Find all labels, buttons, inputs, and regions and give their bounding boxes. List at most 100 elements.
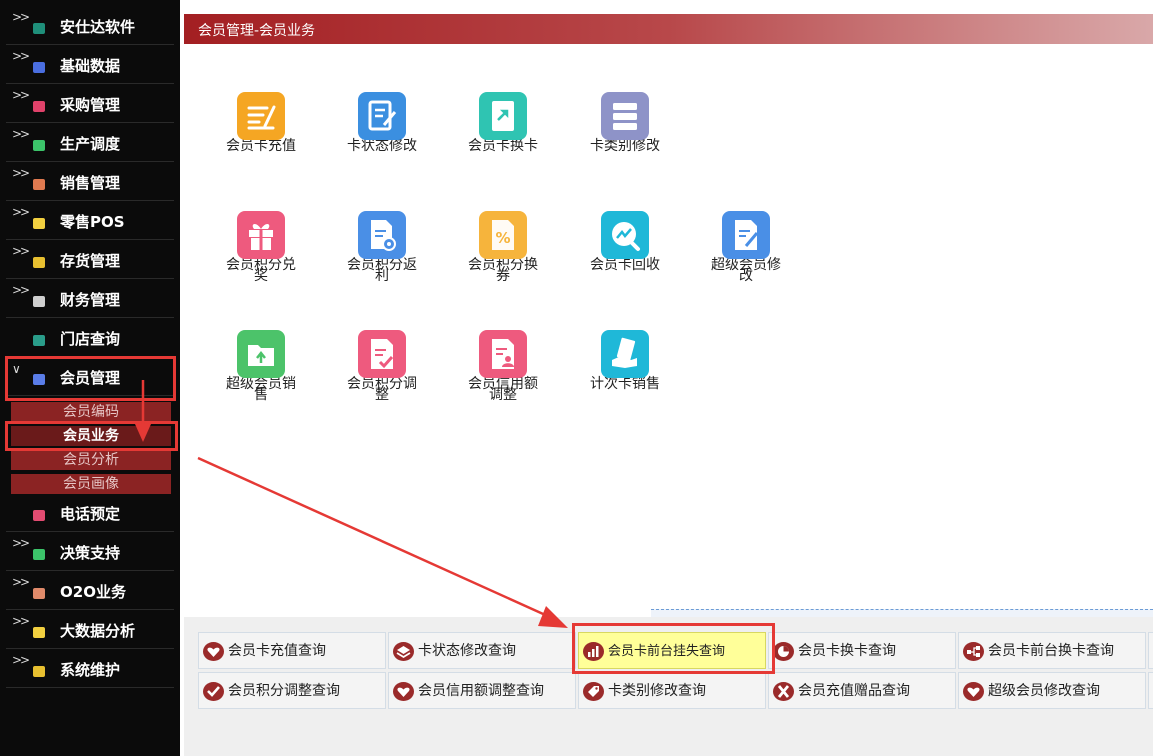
sidebar-subitem-member-business[interactable]: 会员业务	[11, 426, 171, 446]
tile-label: 会员卡充值	[226, 138, 296, 154]
tile-label: 卡类别修改	[590, 138, 660, 154]
sidebar-item-purchase[interactable]: >> 采购管理	[6, 87, 174, 123]
chevron-double-right-icon: >>	[12, 575, 30, 589]
card-swap-icon	[479, 92, 527, 140]
sidebar-subitem-member-analysis[interactable]: 会员分析	[11, 450, 171, 470]
trend-search-icon	[601, 211, 649, 259]
sidebar-item-label: 会员管理	[60, 369, 121, 387]
query-partial-cut[interactable]	[1148, 632, 1153, 669]
sidebar-item-o2o[interactable]: >> O2O业务	[6, 574, 174, 610]
query-recharge-gift[interactable]: 会员充值赠品查询	[768, 672, 956, 709]
edit-document-icon	[722, 211, 770, 259]
sidebar-item-member-management[interactable]: ∨ 会员管理	[6, 360, 174, 396]
edit-document-icon	[358, 92, 406, 140]
query-front-loss-report[interactable]: 会员卡前台挂失查询	[578, 632, 766, 669]
tile-card-type-edit[interactable]: 卡类别修改	[575, 92, 675, 154]
sidebar-item-label: 基础数据	[60, 57, 121, 75]
tile-credit-adjust[interactable]: 会员信用额调整	[453, 330, 553, 403]
tile-label: 会员积分兑奖	[226, 257, 296, 284]
chevron-double-right-icon: >>	[12, 536, 30, 550]
panel-splitter[interactable]	[651, 609, 1153, 617]
tile-card-status-edit[interactable]: 卡状态修改	[332, 92, 432, 153]
tile-super-member-edit[interactable]: 超级会员修改	[696, 211, 796, 284]
tile-points-prize[interactable]: 会员积分兑奖	[211, 211, 311, 284]
query-credit-adjust[interactable]: 会员信用额调整查询	[388, 672, 576, 709]
green-cube-icon	[33, 140, 45, 151]
document-check-icon	[358, 330, 406, 378]
tile-points-coupon[interactable]: % 会员积分换券	[453, 211, 553, 284]
coupon-percent-icon: %	[479, 211, 527, 259]
query-recharge[interactable]: 会员卡充值查询	[198, 632, 386, 669]
svg-text:%: %	[495, 229, 510, 247]
pie-chart-icon	[773, 642, 794, 661]
heart-hands-icon	[203, 642, 224, 661]
heart-hands-icon	[393, 682, 414, 701]
query-label: 会员卡充值查询	[228, 643, 326, 659]
sidebar-item-inventory[interactable]: >> 存货管理	[6, 243, 174, 279]
sidebar-item-label: 系统维护	[60, 661, 121, 679]
sidebar-item-label: 采购管理	[60, 96, 121, 114]
tile-label: 计次卡销售	[590, 376, 660, 392]
page-title: 会员管理-会员业务	[198, 23, 316, 39]
user-document-icon	[479, 330, 527, 378]
checkmark-icon	[203, 682, 224, 701]
sidebar-item-label: 决策支持	[60, 544, 121, 562]
tile-points-adjust[interactable]: 会员积分调整	[332, 330, 432, 402]
sidebar-item-system-maintenance[interactable]: >> 系统维护	[6, 652, 174, 688]
tile-label: 超级会员销售	[226, 376, 296, 403]
layers-icon	[393, 642, 414, 661]
sidebar-item-label: 大数据分析	[60, 622, 136, 640]
tile-recharge[interactable]: 会员卡充值	[211, 92, 311, 154]
tile-label: 会员信用额调整	[468, 376, 538, 403]
yellow-cube-icon	[33, 218, 45, 229]
query-partial-cut[interactable]	[1148, 672, 1153, 709]
tile-label: 超级会员修改	[711, 257, 781, 284]
sidebar-item-big-data[interactable]: >> 大数据分析	[6, 613, 174, 649]
tile-points-rebate[interactable]: 会员积分返利	[332, 211, 432, 284]
sidebar-subitem-member-code[interactable]: 会员编码	[11, 402, 171, 422]
query-label: 会员充值赠品查询	[798, 683, 910, 699]
sidebar-item-anshida[interactable]: >> 安仕达软件	[6, 9, 174, 45]
bar-chart-icon	[583, 642, 604, 661]
tile-super-member-sales[interactable]: 超级会员销售	[211, 330, 311, 403]
chevron-double-right-icon: >>	[12, 49, 30, 63]
tile-label: 会员积分返利	[347, 257, 417, 284]
sidebar-item-phone-booking[interactable]: 电话预定	[6, 496, 174, 532]
query-super-member-edit[interactable]: 超级会员修改查询	[958, 672, 1146, 709]
pink-cube-icon	[33, 101, 45, 112]
server-list-icon	[601, 92, 649, 140]
query-label: 会员信用额调整查询	[418, 683, 544, 699]
sidebar-item-sales[interactable]: >> 销售管理	[6, 165, 174, 201]
query-card-type-edit[interactable]: 卡类别修改查询	[578, 672, 766, 709]
gift-icon	[237, 211, 285, 259]
sidebar-item-production[interactable]: >> 生产调度	[6, 126, 174, 162]
chevron-double-down-icon: ∨	[12, 362, 21, 376]
tile-label: 会员卡回收	[590, 257, 660, 273]
sidebar-item-decision-support[interactable]: >> 决策支持	[6, 535, 174, 571]
gray-cube-icon	[33, 296, 45, 307]
orange-cube-icon	[33, 179, 45, 190]
sidebar-item-retail-pos[interactable]: >> 零售POS	[6, 204, 174, 240]
sidebar-item-store-query[interactable]: 门店查询	[6, 321, 174, 357]
sidebar-item-finance[interactable]: >> 财务管理	[6, 282, 174, 318]
sidebar-item-label: 安仕达软件	[60, 18, 136, 36]
chevron-double-right-icon: >>	[12, 205, 30, 219]
blue-cube-icon	[33, 62, 45, 73]
tile-card-swap[interactable]: 会员卡换卡	[453, 92, 553, 153]
chevron-double-right-icon: >>	[12, 88, 30, 102]
query-card-swap[interactable]: 会员卡换卡查询	[768, 632, 956, 669]
sidebar-item-label: 财务管理	[60, 291, 121, 309]
sidebar-item-label: O2O业务	[60, 583, 126, 601]
sidebar-subitem-member-portrait[interactable]: 会员画像	[11, 474, 171, 494]
query-points-adjust[interactable]: 会员积分调整查询	[198, 672, 386, 709]
sidebar-item-label: 存货管理	[60, 252, 121, 270]
x-icon	[773, 682, 794, 701]
query-label: 会员卡前台换卡查询	[988, 643, 1114, 659]
tile-count-card-sales[interactable]: 计次卡销售	[575, 330, 675, 392]
query-front-card-swap[interactable]: 会员卡前台换卡查询	[958, 632, 1146, 669]
tile-card-recycle[interactable]: 会员卡回收	[575, 211, 675, 273]
sidebar-item-basic-data[interactable]: >> 基础数据	[6, 48, 174, 84]
document-gear-icon	[358, 211, 406, 259]
tile-label: 会员积分换券	[468, 257, 538, 284]
query-card-status[interactable]: 卡状态修改查询	[388, 632, 576, 669]
